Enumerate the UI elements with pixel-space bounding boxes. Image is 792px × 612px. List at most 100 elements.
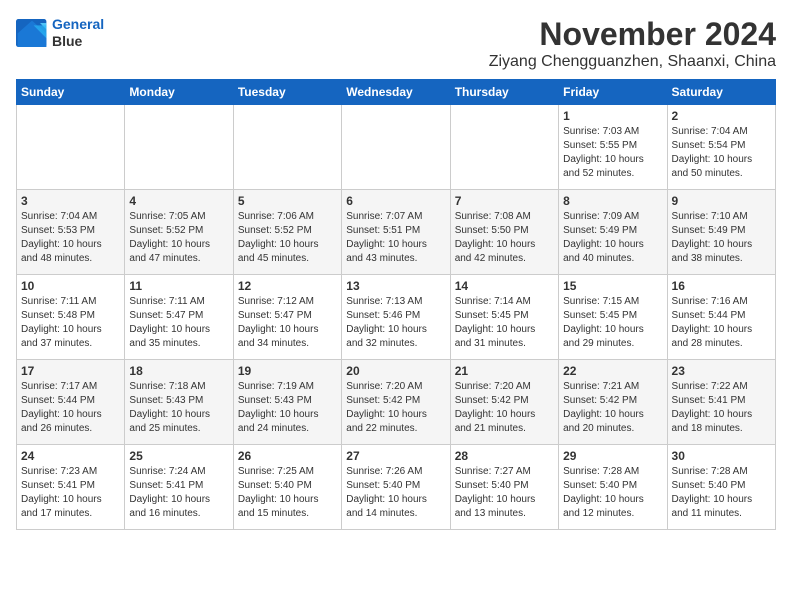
day-info: Sunrise: 7:24 AM Sunset: 5:41 PM Dayligh… xyxy=(129,465,228,521)
calendar-cell xyxy=(125,105,233,190)
day-number: 28 xyxy=(455,449,554,463)
day-info: Sunrise: 7:17 AM Sunset: 5:44 PM Dayligh… xyxy=(21,380,120,436)
calendar-cell: 14Sunrise: 7:14 AM Sunset: 5:45 PM Dayli… xyxy=(450,275,558,360)
day-info: Sunrise: 7:15 AM Sunset: 5:45 PM Dayligh… xyxy=(563,295,662,351)
day-info: Sunrise: 7:03 AM Sunset: 5:55 PM Dayligh… xyxy=(563,125,662,181)
calendar-cell: 21 Sunrise: 7:20 AM Sunset: 5:42 PM Dayli… xyxy=(450,360,558,445)
day-info: Sunrise: 7:11 AM Sunset: 5:48 PM Dayligh… xyxy=(21,295,120,351)
calendar-cell: 28 Sunrise: 7:27 AM Sunset: 5:40 PM Dayli… xyxy=(450,445,558,530)
calendar-cell: 13Sunrise: 7:13 AM Sunset: 5:46 PM Dayli… xyxy=(342,275,450,360)
day-number: 27 xyxy=(346,449,445,463)
day-info: Sunrise: 7:23 AM Sunset: 5:41 PM Dayligh… xyxy=(21,465,120,521)
day-info: Sunrise: 7:06 AM Sunset: 5:52 PM Dayligh… xyxy=(238,210,337,266)
day-info: Sunrise: 7:04 AM Sunset: 5:53 PM Dayligh… xyxy=(21,210,120,266)
day-info: Sunrise: 7:10 AM Sunset: 5:49 PM Dayligh… xyxy=(672,210,771,266)
weekday-header-saturday: Saturday xyxy=(667,80,775,105)
day-info: Sunrise: 7:07 AM Sunset: 5:51 PM Dayligh… xyxy=(346,210,445,266)
day-info: Sunrise: 7:25 AM Sunset: 5:40 PM Dayligh… xyxy=(238,465,337,521)
calendar-cell: 30 Sunrise: 7:28 AM Sunset: 5:40 PM Dayli… xyxy=(667,445,775,530)
calendar-cell: 16 Sunrise: 7:16 AM Sunset: 5:44 PM Dayli… xyxy=(667,275,775,360)
day-number: 29 xyxy=(563,449,662,463)
day-number: 16 xyxy=(672,279,771,293)
calendar-cell: 3 Sunrise: 7:04 AM Sunset: 5:53 PM Daylig… xyxy=(17,190,125,275)
day-number: 23 xyxy=(672,364,771,378)
calendar-cell: 6Sunrise: 7:07 AM Sunset: 5:51 PM Daylig… xyxy=(342,190,450,275)
day-info: Sunrise: 7:22 AM Sunset: 5:41 PM Dayligh… xyxy=(672,380,771,436)
day-info: Sunrise: 7:08 AM Sunset: 5:50 PM Dayligh… xyxy=(455,210,554,266)
day-info: Sunrise: 7:28 AM Sunset: 5:40 PM Dayligh… xyxy=(563,465,662,521)
calendar-cell: 7Sunrise: 7:08 AM Sunset: 5:50 PM Daylig… xyxy=(450,190,558,275)
calendar-cell: 18Sunrise: 7:18 AM Sunset: 5:43 PM Dayli… xyxy=(125,360,233,445)
calendar-cell: 17 Sunrise: 7:17 AM Sunset: 5:44 PM Dayli… xyxy=(17,360,125,445)
weekday-header-monday: Monday xyxy=(125,80,233,105)
calendar-cell: 11 Sunrise: 7:11 AM Sunset: 5:47 PM Dayli… xyxy=(125,275,233,360)
calendar-cell: 29 Sunrise: 7:28 AM Sunset: 5:40 PM Dayli… xyxy=(559,445,667,530)
title-block: November 2024 Ziyang Chengguanzhen, Shaa… xyxy=(489,16,776,71)
weekday-header-friday: Friday xyxy=(559,80,667,105)
day-number: 24 xyxy=(21,449,120,463)
day-number: 22 xyxy=(563,364,662,378)
calendar-cell: 1 Sunrise: 7:03 AM Sunset: 5:55 PM Daylig… xyxy=(559,105,667,190)
weekday-header-thursday: Thursday xyxy=(450,80,558,105)
calendar-cell: 26 Sunrise: 7:25 AM Sunset: 5:40 PM Dayli… xyxy=(233,445,341,530)
calendar-cell: 9 Sunrise: 7:10 AM Sunset: 5:49 PM Daylig… xyxy=(667,190,775,275)
day-number: 30 xyxy=(672,449,771,463)
day-number: 1 xyxy=(563,109,662,123)
day-number: 5 xyxy=(238,194,337,208)
calendar-subtitle: Ziyang Chengguanzhen, Shaanxi, China xyxy=(489,53,776,71)
calendar-cell: 2 Sunrise: 7:04 AM Sunset: 5:54 PM Daylig… xyxy=(667,105,775,190)
calendar-cell: 24 Sunrise: 7:23 AM Sunset: 5:41 PM Dayli… xyxy=(17,445,125,530)
day-info: Sunrise: 7:18 AM Sunset: 5:43 PM Dayligh… xyxy=(129,380,228,436)
weekday-header-tuesday: Tuesday xyxy=(233,80,341,105)
day-number: 12 xyxy=(238,279,337,293)
day-info: Sunrise: 7:12 AM Sunset: 5:47 PM Dayligh… xyxy=(238,295,337,351)
calendar-cell: 4 Sunrise: 7:05 AM Sunset: 5:52 PM Daylig… xyxy=(125,190,233,275)
day-info: Sunrise: 7:04 AM Sunset: 5:54 PM Dayligh… xyxy=(672,125,771,181)
day-info: Sunrise: 7:09 AM Sunset: 5:49 PM Dayligh… xyxy=(563,210,662,266)
day-number: 4 xyxy=(129,194,228,208)
weekday-header-row: SundayMondayTuesdayWednesdayThursdayFrid… xyxy=(17,80,776,105)
calendar-week-3: 10Sunrise: 7:11 AM Sunset: 5:48 PM Dayli… xyxy=(17,275,776,360)
day-info: Sunrise: 7:19 AM Sunset: 5:43 PM Dayligh… xyxy=(238,380,337,436)
day-number: 9 xyxy=(672,194,771,208)
calendar-cell xyxy=(342,105,450,190)
day-number: 26 xyxy=(238,449,337,463)
logo: General Blue xyxy=(16,16,104,50)
calendar-cell: 25Sunrise: 7:24 AM Sunset: 5:41 PM Dayli… xyxy=(125,445,233,530)
day-info: Sunrise: 7:16 AM Sunset: 5:44 PM Dayligh… xyxy=(672,295,771,351)
day-info: Sunrise: 7:20 AM Sunset: 5:42 PM Dayligh… xyxy=(455,380,554,436)
day-number: 14 xyxy=(455,279,554,293)
logo-text: General Blue xyxy=(52,16,104,50)
day-number: 15 xyxy=(563,279,662,293)
day-number: 11 xyxy=(129,279,228,293)
day-number: 20 xyxy=(346,364,445,378)
day-number: 3 xyxy=(21,194,120,208)
day-info: Sunrise: 7:27 AM Sunset: 5:40 PM Dayligh… xyxy=(455,465,554,521)
day-info: Sunrise: 7:20 AM Sunset: 5:42 PM Dayligh… xyxy=(346,380,445,436)
day-info: Sunrise: 7:13 AM Sunset: 5:46 PM Dayligh… xyxy=(346,295,445,351)
calendar-cell: 23 Sunrise: 7:22 AM Sunset: 5:41 PM Dayli… xyxy=(667,360,775,445)
calendar-cell: 27Sunrise: 7:26 AM Sunset: 5:40 PM Dayli… xyxy=(342,445,450,530)
day-number: 8 xyxy=(563,194,662,208)
day-number: 2 xyxy=(672,109,771,123)
day-info: Sunrise: 7:11 AM Sunset: 5:47 PM Dayligh… xyxy=(129,295,228,351)
day-info: Sunrise: 7:05 AM Sunset: 5:52 PM Dayligh… xyxy=(129,210,228,266)
calendar-cell: 15 Sunrise: 7:15 AM Sunset: 5:45 PM Dayli… xyxy=(559,275,667,360)
logo-icon xyxy=(16,19,48,47)
calendar-cell xyxy=(233,105,341,190)
day-number: 19 xyxy=(238,364,337,378)
day-info: Sunrise: 7:28 AM Sunset: 5:40 PM Dayligh… xyxy=(672,465,771,521)
day-number: 21 xyxy=(455,364,554,378)
calendar-table: SundayMondayTuesdayWednesdayThursdayFrid… xyxy=(16,79,776,530)
calendar-cell: 12 Sunrise: 7:12 AM Sunset: 5:47 PM Dayli… xyxy=(233,275,341,360)
weekday-header-sunday: Sunday xyxy=(17,80,125,105)
calendar-cell: 19 Sunrise: 7:19 AM Sunset: 5:43 PM Dayli… xyxy=(233,360,341,445)
day-info: Sunrise: 7:21 AM Sunset: 5:42 PM Dayligh… xyxy=(563,380,662,436)
header: General Blue November 2024 Ziyang Chengg… xyxy=(16,16,776,71)
calendar-week-1: 1 Sunrise: 7:03 AM Sunset: 5:55 PM Daylig… xyxy=(17,105,776,190)
calendar-week-4: 17 Sunrise: 7:17 AM Sunset: 5:44 PM Dayli… xyxy=(17,360,776,445)
calendar-cell: 20 Sunrise: 7:20 AM Sunset: 5:42 PM Dayli… xyxy=(342,360,450,445)
calendar-cell: 5 Sunrise: 7:06 AM Sunset: 5:52 PM Daylig… xyxy=(233,190,341,275)
day-number: 17 xyxy=(21,364,120,378)
weekday-header-wednesday: Wednesday xyxy=(342,80,450,105)
